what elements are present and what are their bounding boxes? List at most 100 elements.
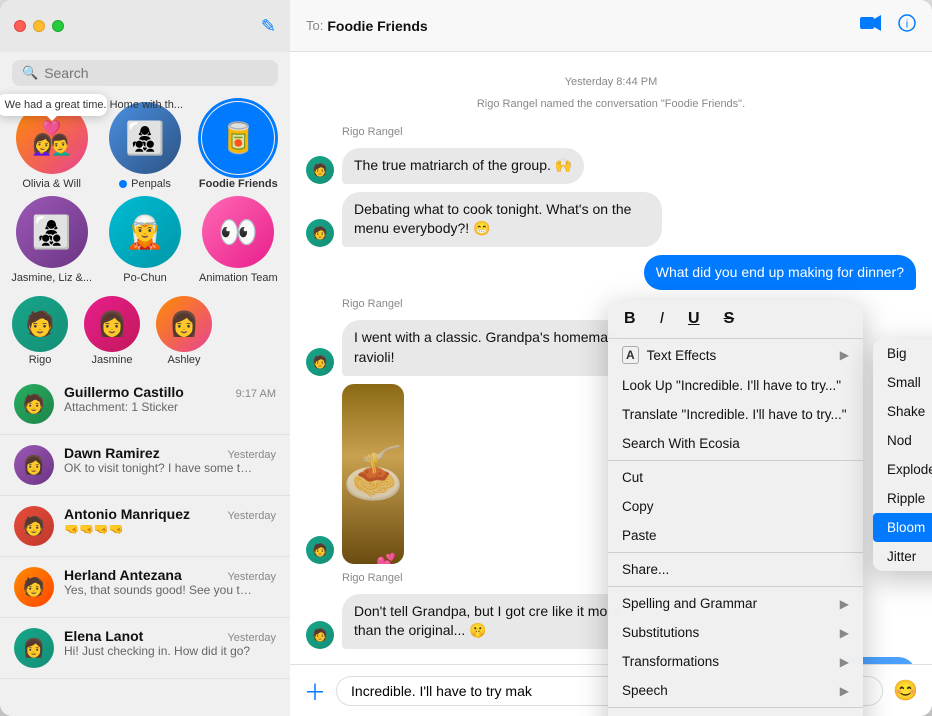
ctx-item-speech[interactable]: Speech ▶ (608, 676, 863, 705)
divider-2 (608, 552, 863, 553)
ctx-item-translate[interactable]: Translate "Incredible. I'll have to try.… (608, 400, 863, 429)
conv-time-guillermo: 9:17 AM (236, 388, 276, 400)
underline-button[interactable]: U (684, 308, 704, 330)
date-label: Yesterday 8:44 PM (306, 76, 916, 88)
conv-item-elena[interactable]: 👩 Elena Lanot Yesterday Hi! Just checkin… (0, 618, 290, 679)
conv-item-guillermo[interactable]: 🧑 Guillermo Castillo 9:17 AM Attachment:… (0, 374, 290, 435)
conv-content-herland: Herland Antezana Yesterday Yes, that sou… (64, 567, 276, 597)
ctx-label-speech: Speech (622, 683, 668, 698)
conv-preview-dawn: OK to visit tonight? I have some things … (64, 461, 254, 475)
conv-item-herland[interactable]: 🧑 Herland Antezana Yesterday Yes, that s… (0, 557, 290, 618)
avatar-circle-foodie-friends: 🥫 (202, 102, 274, 174)
msg-avatar-rigo-4: 🧑 (306, 348, 334, 376)
avatar-item-jasmine-liz[interactable]: 👩‍👧‍👦 Jasmine, Liz &... (8, 196, 95, 284)
bubble-2: Debating what to cook tonight. What's on… (342, 192, 662, 247)
ctx-item-search-ecosia[interactable]: Search With Ecosia (608, 429, 863, 458)
conv-time-antonio: Yesterday (227, 510, 276, 522)
ctx-item-share[interactable]: Share... (608, 555, 863, 584)
ctx-item-left-text-effects: A Text Effects (622, 346, 716, 364)
avatar-label-olivia-will: Olivia & Will (22, 178, 81, 190)
chevron-transformations: ▶ (840, 655, 849, 669)
search-input[interactable] (44, 65, 268, 81)
conv-content-antonio: Antonio Manriquez Yesterday 🤜🤜🤜🤜 (64, 506, 276, 536)
ctx-item-cut[interactable]: Cut (608, 463, 863, 492)
search-icon: 🔍 (22, 65, 38, 81)
add-attachment-button[interactable]: ＋ (304, 675, 326, 707)
ctx-item-look-up[interactable]: Look Up "Incredible. I'll have to try...… (608, 371, 863, 400)
submenu-item-small[interactable]: Small (873, 368, 932, 397)
conv-preview-guillermo: Attachment: 1 Sticker (64, 400, 254, 414)
submenu-text-effects: Big Small Shake Nod Explode Ripple Bloom… (873, 339, 932, 571)
conv-item-rigo-mini[interactable]: 🧑 Rigo (12, 296, 68, 366)
msg-row-2: 🧑 Debating what to cook tonight. What's … (306, 192, 916, 247)
ctx-item-paste[interactable]: Paste (608, 521, 863, 550)
avatar-item-foodie-friends[interactable]: 🥫 Foodie Friends (195, 102, 282, 190)
conv-time-herland: Yesterday (227, 571, 276, 583)
avatar-circle-po-chun: 🧝 (109, 196, 181, 268)
strikethrough-button[interactable]: S (720, 308, 739, 330)
avatar-rigo-mini: 🧑 (12, 296, 68, 352)
conversation-title: Foodie Friends (327, 18, 860, 34)
ctx-item-substitutions[interactable]: Substitutions ▶ (608, 618, 863, 647)
submenu-item-shake[interactable]: Shake (873, 397, 932, 426)
conv-content-elena: Elena Lanot Yesterday Hi! Just checking … (64, 628, 276, 658)
divider-4 (608, 707, 863, 708)
conv-item-ashley-mini[interactable]: 👩 Ashley (156, 296, 212, 366)
avatar-ashley-mini: 👩 (156, 296, 212, 352)
avatar-item-olivia-will[interactable]: We had a great time. Home with th... 👩‍❤… (8, 102, 95, 190)
maximize-button[interactable] (52, 20, 64, 32)
ctx-item-transformations[interactable]: Transformations ▶ (608, 647, 863, 676)
submenu-item-ripple[interactable]: Ripple (873, 484, 932, 513)
heart-reaction: 💕 (376, 552, 396, 564)
conv-name-dawn: Dawn Ramirez (64, 445, 160, 461)
label-rigo-mini: Rigo (29, 354, 52, 366)
close-button[interactable] (14, 20, 26, 32)
avatar-label-po-chun: Po-Chun (123, 272, 166, 284)
avatar-item-animation-team[interactable]: 👀 Animation Team (195, 196, 282, 284)
compose-button[interactable]: ✎ (261, 16, 276, 37)
submenu-item-bloom[interactable]: Bloom (873, 513, 932, 542)
tooltip-olivia-will: We had a great time. Home with th... (0, 94, 107, 116)
submenu-item-jitter[interactable]: Jitter (873, 542, 932, 571)
italic-button[interactable]: I (656, 308, 668, 330)
info-button[interactable]: i (898, 14, 916, 37)
avatar-label-foodie-friends: Foodie Friends (199, 178, 278, 190)
conv-item-jasmine-mini[interactable]: 👩 Jasmine (84, 296, 140, 366)
divider-1 (608, 460, 863, 461)
avatar-grid: We had a great time. Home with th... 👩‍❤… (0, 94, 290, 292)
avatar-item-penpals[interactable]: 👩‍👧‍👦 Penpals (101, 102, 188, 190)
conv-preview-herland: Yes, that sounds good! See you then. (64, 583, 254, 597)
video-call-button[interactable] (860, 14, 882, 37)
submenu-item-big[interactable]: Big (873, 339, 932, 368)
msg-avatar-rigo: 🧑 (306, 156, 334, 184)
emoji-button[interactable]: 😊 (893, 678, 918, 703)
ctx-item-copy[interactable]: Copy (608, 492, 863, 521)
conv-content-guillermo: Guillermo Castillo 9:17 AM Attachment: 1… (64, 384, 276, 414)
msg-avatar-rigo-5: 🧑 (306, 621, 334, 649)
avatar-item-po-chun[interactable]: 🧝 Po-Chun (101, 196, 188, 284)
conv-header-antonio: Antonio Manriquez Yesterday (64, 506, 276, 522)
ctx-item-text-effects[interactable]: A Text Effects ▶ Big Small Shake Nod Exp… (608, 339, 863, 371)
conversation-list: 🧑 Rigo 👩 Jasmine 👩 Ashley (0, 292, 290, 716)
header-icons: i (860, 14, 916, 37)
msg-row-3: What did you end up making for dinner? (306, 255, 916, 291)
conv-header-dawn: Dawn Ramirez Yesterday (64, 445, 276, 461)
ctx-item-spelling[interactable]: Spelling and Grammar ▶ (608, 589, 863, 618)
main-area: To: Foodie Friends i Yester (290, 0, 932, 716)
msg-avatar-rigo-img: 🧑 (306, 536, 334, 564)
msg-row-1: 🧑 The true matriarch of the group. 🙌 (306, 148, 916, 184)
bubble-1: The true matriarch of the group. 🙌 (342, 148, 584, 184)
ctx-item-autofill[interactable]: AutoFill ▶ (608, 710, 863, 716)
submenu-item-nod[interactable]: Nod (873, 426, 932, 455)
minimize-button[interactable] (33, 20, 45, 32)
bold-button[interactable]: B (620, 308, 640, 330)
conv-item-dawn[interactable]: 👩 Dawn Ramirez Yesterday OK to visit ton… (0, 435, 290, 496)
conv-name-elena: Elena Lanot (64, 628, 143, 644)
ctx-label-spelling: Spelling and Grammar (622, 596, 757, 611)
sidebar-titlebar: ✎ (0, 0, 290, 52)
msg-avatar-rigo-2: 🧑 (306, 219, 334, 247)
mini-avatar-row: 🧑 Rigo 👩 Jasmine 👩 Ashley (0, 292, 290, 374)
submenu-item-explode[interactable]: Explode (873, 455, 932, 484)
conv-item-antonio[interactable]: 🧑 Antonio Manriquez Yesterday 🤜🤜🤜🤜 (0, 496, 290, 557)
ctx-label-cut: Cut (622, 470, 643, 485)
